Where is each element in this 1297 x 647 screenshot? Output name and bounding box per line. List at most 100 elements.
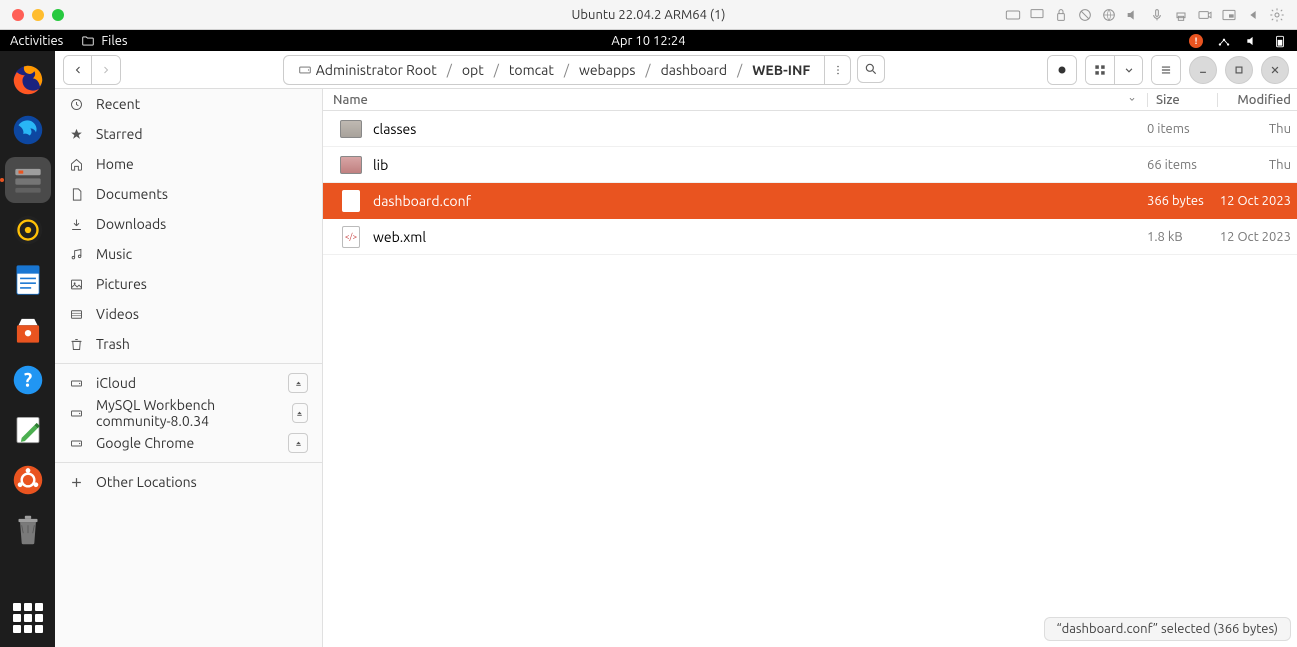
breadcrumb-root[interactable]: Administrator Root [294, 62, 441, 78]
dock-trash[interactable] [5, 507, 51, 553]
macos-titlebar: Ubuntu 22.04.2 ARM64 (1) [0, 0, 1297, 30]
sidebar-other-locations[interactable]: Other Locations [55, 467, 322, 497]
sidebar-item-label: Recent [96, 96, 140, 112]
column-header-size[interactable]: Size [1147, 93, 1217, 107]
view-dropdown-button[interactable] [1114, 56, 1142, 84]
sidebar-item-documents[interactable]: Documents [55, 179, 322, 209]
sidebar-item-mysql-workbench-community-8-0-34[interactable]: MySQL Workbench community-8.0.34 [55, 398, 322, 428]
dock-files[interactable] [5, 157, 51, 203]
sidebar-item-videos[interactable]: Videos [55, 299, 322, 329]
sidebar-item-label: Starred [96, 126, 143, 142]
column-headers: Name Size Modified [323, 89, 1297, 111]
sidebar-item-downloads[interactable]: Downloads [55, 209, 322, 239]
file-modified: 12 Oct 2023 [1217, 194, 1297, 208]
files-window: Administrator Root / opt / tomcat / weba… [55, 51, 1297, 647]
volume-icon[interactable] [1125, 7, 1141, 23]
dock-libreoffice-writer[interactable] [5, 257, 51, 303]
sidebar-item-pictures[interactable]: Pictures [55, 269, 322, 299]
dock-thunderbird[interactable] [5, 107, 51, 153]
file-row[interactable]: lib66 itemsThu [323, 147, 1297, 183]
dock-text-editor[interactable] [5, 407, 51, 453]
window-maximize-button[interactable] [52, 9, 64, 21]
sort-indicator-icon [1127, 93, 1147, 107]
sidebar-item-label: Home [96, 156, 134, 172]
dock-help[interactable]: ? [5, 357, 51, 403]
music-icon [69, 247, 84, 262]
current-app-indicator[interactable]: Files [81, 34, 127, 48]
file-size: 0 items [1147, 122, 1217, 136]
keyboard-icon[interactable] [1005, 7, 1021, 23]
printer-icon[interactable] [1173, 7, 1189, 23]
dock-rhythmbox[interactable] [5, 207, 51, 253]
play-left-icon[interactable] [1245, 7, 1261, 23]
file-name: classes [373, 121, 416, 137]
gear-icon[interactable] [1269, 7, 1285, 23]
eject-button[interactable] [288, 373, 308, 393]
activities-button[interactable]: Activities [10, 34, 63, 48]
network-icon[interactable] [1217, 34, 1231, 48]
breadcrumb-tomcat[interactable]: tomcat [505, 62, 558, 78]
file-list: classes 0 itemsThu lib66 itemsThudashboard… [323, 111, 1297, 647]
eject-button[interactable] [288, 433, 308, 453]
sidebar-item-home[interactable]: Home [55, 149, 322, 179]
breadcrumb-webinf[interactable]: WEB-INF [748, 62, 814, 78]
drive-icon [69, 406, 84, 421]
file-row[interactable]: dashboard.conf366 bytes12 Oct 2023 [323, 183, 1297, 219]
sidebar-item-starred[interactable]: Starred [55, 119, 322, 149]
breadcrumb-dashboard[interactable]: dashboard [657, 62, 732, 78]
eject-button[interactable] [292, 403, 308, 423]
sidebar-item-recent[interactable]: Recent [55, 89, 322, 119]
svg-text:?: ? [23, 368, 31, 390]
window-close[interactable] [1261, 56, 1289, 84]
view-grid-button[interactable] [1086, 56, 1114, 84]
dock-software[interactable] [5, 307, 51, 353]
file-row[interactable]: web.xml1.8 kB12 Oct 2023 [323, 219, 1297, 255]
file-size: 1.8 kB [1147, 230, 1217, 244]
globe-icon[interactable] [1101, 7, 1117, 23]
volume-icon[interactable] [1245, 34, 1259, 48]
dock-ubuntu[interactable] [5, 457, 51, 503]
folder-icon [81, 34, 95, 48]
hamburger-menu-button[interactable] [1152, 56, 1180, 84]
camera-icon[interactable] [1197, 7, 1213, 23]
file-name: web.xml [373, 229, 426, 245]
toolbar: Administrator Root / opt / tomcat / weba… [55, 51, 1297, 89]
file-modified: Thu [1217, 122, 1297, 136]
mic-icon[interactable] [1149, 7, 1165, 23]
battery-icon[interactable] [1273, 34, 1287, 48]
breadcrumb-webapps[interactable]: webapps [575, 62, 639, 78]
recent-icon [69, 97, 84, 112]
drive-icon [69, 436, 84, 451]
view-record-button[interactable] [1048, 56, 1076, 84]
sidebar-item-icloud[interactable]: iCloud [55, 368, 322, 398]
drive-icon [69, 376, 84, 391]
forward-button[interactable] [92, 56, 120, 84]
display-icon[interactable] [1029, 7, 1045, 23]
sidebar-item-google-chrome[interactable]: Google Chrome [55, 428, 322, 458]
window-minimize-button[interactable] [32, 9, 44, 21]
documents-icon [69, 187, 84, 202]
window-title: Ubuntu 22.04.2 ARM64 (1) [572, 8, 726, 22]
sidebar-item-trash[interactable]: Trash [55, 329, 322, 359]
dock-firefox[interactable] [5, 57, 51, 103]
picture-in-picture-icon[interactable] [1221, 7, 1237, 23]
circle-slash-icon[interactable] [1077, 7, 1093, 23]
search-button[interactable] [857, 55, 885, 83]
sidebar-item-label: Videos [96, 306, 139, 322]
clock[interactable]: Apr 10 12:24 [611, 34, 685, 48]
breadcrumb-opt[interactable]: opt [458, 62, 488, 78]
sidebar-item-music[interactable]: Music [55, 239, 322, 269]
back-button[interactable] [64, 56, 92, 84]
window-close-button[interactable] [12, 9, 24, 21]
star-icon [69, 127, 84, 142]
window-minimize[interactable] [1189, 56, 1217, 84]
file-row[interactable]: classes 0 itemsThu [323, 111, 1297, 147]
column-header-modified[interactable]: Modified [1217, 93, 1297, 107]
home-icon [69, 157, 84, 172]
column-header-name[interactable]: Name [323, 93, 1147, 107]
path-more-button[interactable] [824, 56, 850, 84]
window-maximize[interactable] [1225, 56, 1253, 84]
notification-alert-icon[interactable]: ! [1189, 34, 1203, 48]
dock-show-applications[interactable] [13, 603, 43, 633]
lock-icon[interactable] [1053, 7, 1069, 23]
